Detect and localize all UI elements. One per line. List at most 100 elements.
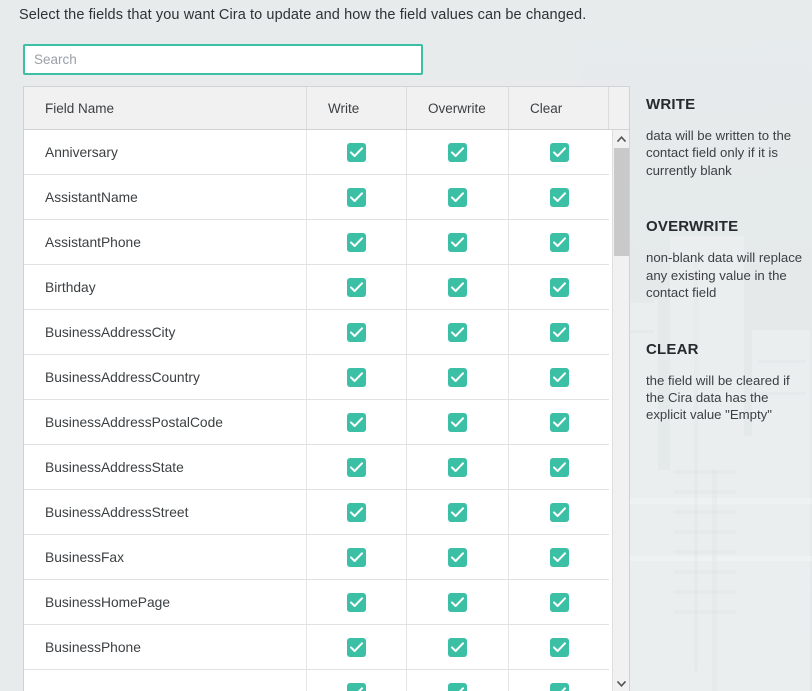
- help-block: CLEAR the field will be cleared if the Ci…: [646, 341, 806, 424]
- overwrite-checkbox[interactable]: [448, 277, 467, 297]
- column-header-write: Write: [307, 87, 407, 129]
- overwrite-cell: [407, 535, 509, 579]
- write-checkbox[interactable]: [347, 592, 366, 612]
- overwrite-cell: [407, 220, 509, 264]
- overwrite-cell: [407, 265, 509, 309]
- field-name-cell: Birthday: [24, 265, 307, 309]
- overwrite-cell: [407, 130, 509, 174]
- field-name-cell: AssistantPhone: [24, 220, 307, 264]
- write-checkbox[interactable]: [347, 277, 366, 297]
- clear-checkbox[interactable]: [549, 187, 569, 207]
- table-row: [24, 670, 609, 691]
- field-name-cell: BusinessAddressState: [24, 445, 307, 489]
- help-block: WRITE data will be written to the contact…: [646, 96, 806, 179]
- clear-checkbox[interactable]: [549, 457, 569, 477]
- clear-cell: [509, 580, 609, 624]
- field-name-cell: BusinessAddressCity: [24, 310, 307, 354]
- write-checkbox[interactable]: [347, 547, 366, 567]
- help-text: non-blank data will replace any existing…: [646, 250, 803, 301]
- write-checkbox[interactable]: [347, 412, 366, 432]
- search-field-wrapper: [23, 44, 423, 75]
- field-name-cell: BusinessAddressStreet: [24, 490, 307, 534]
- overwrite-cell: [407, 490, 509, 534]
- overwrite-cell: [407, 310, 509, 354]
- help-title: OVERWRITE: [646, 218, 739, 236]
- write-checkbox[interactable]: [347, 502, 366, 522]
- write-checkbox[interactable]: [347, 232, 366, 252]
- table-header-row: Field Name Write Overwrite Clear: [24, 87, 629, 130]
- clear-cell: [509, 220, 609, 264]
- overwrite-cell: [407, 400, 509, 444]
- clear-checkbox[interactable]: [549, 142, 569, 162]
- overwrite-checkbox[interactable]: [448, 457, 467, 477]
- field-name-cell: BusinessHomePage: [24, 580, 307, 624]
- clear-cell: [509, 535, 609, 579]
- overwrite-cell: [407, 445, 509, 489]
- field-name-cell: BusinessPhone: [24, 625, 307, 669]
- table-row: BusinessFax: [24, 535, 609, 580]
- write-cell: [307, 175, 407, 219]
- write-checkbox[interactable]: [347, 637, 366, 657]
- clear-checkbox[interactable]: [549, 502, 569, 522]
- overwrite-checkbox[interactable]: [448, 142, 467, 162]
- overwrite-checkbox[interactable]: [448, 682, 467, 691]
- overwrite-checkbox[interactable]: [448, 367, 467, 387]
- search-input[interactable]: [23, 44, 423, 75]
- chevron-down-icon[interactable]: [613, 675, 629, 691]
- overwrite-cell: [407, 625, 509, 669]
- overwrite-checkbox[interactable]: [448, 232, 467, 252]
- clear-checkbox[interactable]: [549, 637, 569, 657]
- clear-checkbox[interactable]: [549, 592, 569, 612]
- clear-cell: [509, 670, 609, 691]
- field-name-cell: BusinessAddressPostalCode: [24, 400, 307, 444]
- clear-checkbox[interactable]: [549, 412, 569, 432]
- write-checkbox[interactable]: [347, 187, 366, 207]
- write-checkbox[interactable]: [347, 322, 366, 342]
- write-checkbox[interactable]: [347, 682, 366, 691]
- clear-checkbox[interactable]: [549, 547, 569, 567]
- overwrite-checkbox[interactable]: [448, 187, 467, 207]
- clear-checkbox[interactable]: [549, 682, 569, 691]
- chevron-up-icon[interactable]: [613, 130, 629, 147]
- write-checkbox[interactable]: [347, 367, 366, 387]
- scrollbar-thumb[interactable]: [614, 148, 629, 256]
- overwrite-checkbox[interactable]: [448, 547, 467, 567]
- clear-checkbox[interactable]: [549, 277, 569, 297]
- write-checkbox[interactable]: [347, 142, 366, 162]
- write-cell: [307, 265, 407, 309]
- field-name-cell: BusinessFax: [24, 535, 307, 579]
- clear-cell: [509, 265, 609, 309]
- overwrite-checkbox[interactable]: [448, 502, 467, 522]
- field-name-cell: Anniversary: [24, 130, 307, 174]
- write-cell: [307, 580, 407, 624]
- column-header-field-name: Field Name: [24, 87, 307, 129]
- clear-checkbox[interactable]: [549, 322, 569, 342]
- overwrite-checkbox[interactable]: [448, 592, 467, 612]
- overwrite-cell: [407, 670, 509, 691]
- clear-cell: [509, 355, 609, 399]
- table-row: BusinessHomePage: [24, 580, 609, 625]
- write-checkbox[interactable]: [347, 457, 366, 477]
- table-row: BusinessPhone: [24, 625, 609, 670]
- field-name-cell: [24, 670, 307, 691]
- write-cell: [307, 220, 407, 264]
- table-row: BusinessAddressCity: [24, 310, 609, 355]
- clear-checkbox[interactable]: [549, 367, 569, 387]
- column-header-clear: Clear: [509, 87, 609, 129]
- field-name-cell: BusinessAddressCountry: [24, 355, 307, 399]
- clear-cell: [509, 310, 609, 354]
- table-body-viewport: Anniversary AssistantName AssistantPhone Bi…: [24, 130, 629, 691]
- help-title: WRITE: [646, 96, 696, 113]
- clear-cell: [509, 625, 609, 669]
- write-cell: [307, 310, 407, 354]
- write-cell: [307, 355, 407, 399]
- overwrite-checkbox[interactable]: [448, 412, 467, 432]
- overwrite-checkbox[interactable]: [448, 322, 467, 342]
- overwrite-checkbox[interactable]: [448, 637, 467, 657]
- clear-cell: [509, 175, 609, 219]
- help-title: CLEAR: [646, 340, 699, 358]
- table-scrollbar[interactable]: [612, 130, 629, 691]
- write-cell: [307, 400, 407, 444]
- clear-checkbox[interactable]: [549, 232, 569, 252]
- write-cell: [307, 670, 407, 691]
